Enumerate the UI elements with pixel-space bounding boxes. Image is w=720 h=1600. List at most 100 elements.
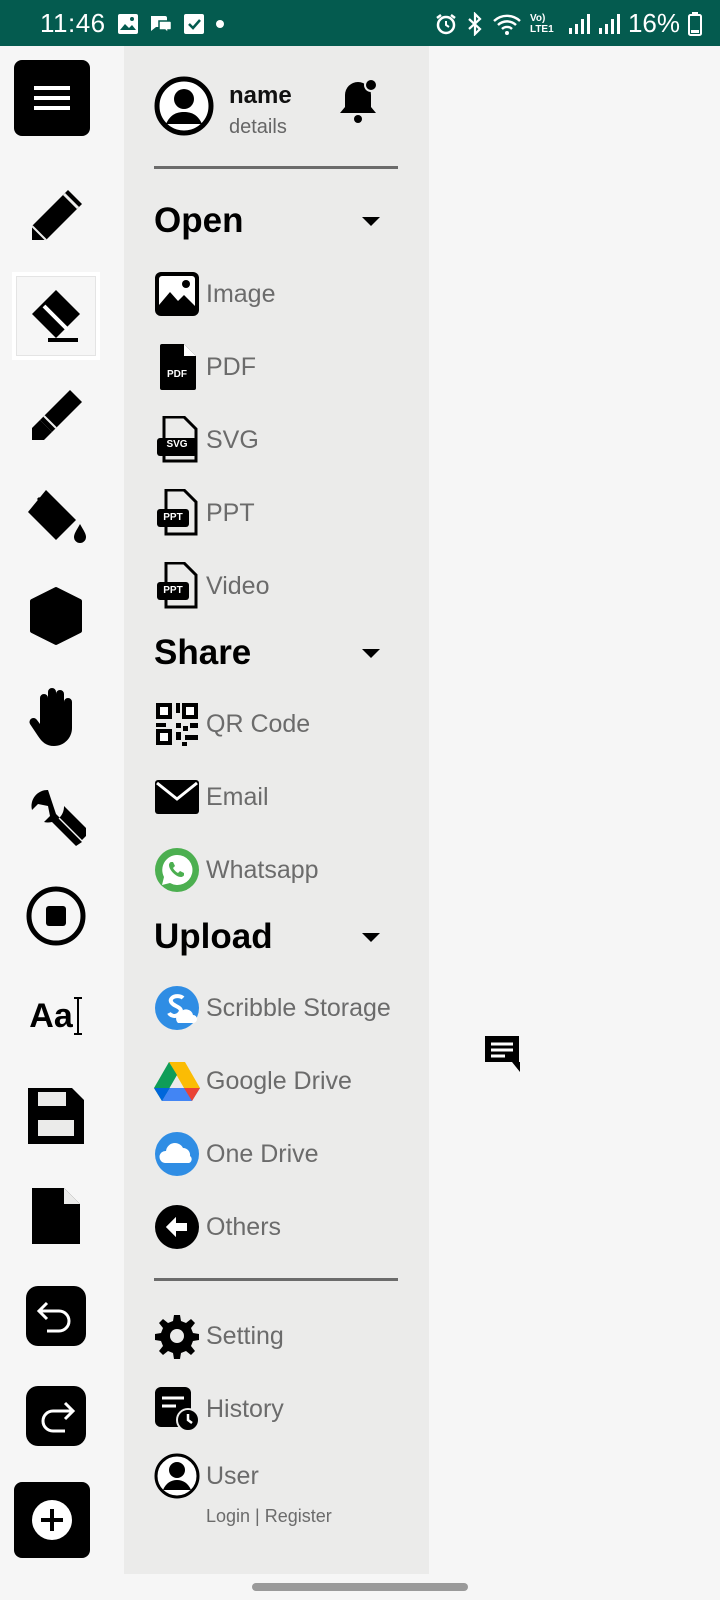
profile-name: name bbox=[229, 82, 292, 109]
google-drive-icon bbox=[154, 1062, 200, 1101]
upload-others-item[interactable]: Others bbox=[154, 1201, 429, 1253]
undo-icon bbox=[26, 1286, 86, 1346]
shape-tool[interactable] bbox=[12, 572, 100, 660]
upload-others-label: Others bbox=[206, 1212, 282, 1241]
network-type: Vo) LTE1 bbox=[529, 12, 554, 35]
hexagon-icon bbox=[30, 587, 82, 645]
upload-scribble-item[interactable]: Scribble Storage bbox=[154, 982, 429, 1034]
svg-badge: SVG bbox=[166, 438, 188, 450]
signal-1-icon bbox=[568, 13, 590, 34]
redo-icon bbox=[26, 1386, 86, 1446]
back-arrow-circle-icon bbox=[155, 1205, 199, 1249]
wrench-tool[interactable] bbox=[12, 772, 100, 860]
history-icon bbox=[155, 1387, 200, 1432]
text-cursor-icon bbox=[73, 997, 82, 1035]
footer-divider bbox=[154, 1278, 398, 1281]
user-item[interactable]: User bbox=[154, 1450, 429, 1502]
whatsapp-icon bbox=[155, 848, 199, 892]
wifi-icon bbox=[493, 14, 521, 35]
section-open-header[interactable]: Open bbox=[154, 196, 384, 246]
notification-bell-icon[interactable] bbox=[338, 76, 382, 124]
user-label: User bbox=[206, 1461, 259, 1490]
ppt-badge: PPT bbox=[163, 511, 183, 523]
redo-tool[interactable] bbox=[12, 1372, 100, 1460]
setting-item[interactable]: Setting bbox=[154, 1310, 429, 1362]
navigation-drawer: name details Open Image PDF PDF SVG SVG … bbox=[124, 46, 429, 1574]
open-ppt-label: PPT bbox=[206, 498, 255, 527]
pdf-badge: PDF bbox=[167, 368, 187, 380]
bluetooth-icon bbox=[468, 11, 482, 36]
marker-icon bbox=[32, 390, 82, 440]
section-upload-header[interactable]: Upload bbox=[154, 912, 384, 962]
open-image-label: Image bbox=[206, 279, 276, 308]
caret-down-icon bbox=[362, 216, 380, 226]
menu-icon bbox=[34, 86, 70, 110]
share-email-label: Email bbox=[206, 782, 269, 811]
pencil-icon bbox=[31, 190, 82, 241]
marker-tool[interactable] bbox=[12, 372, 100, 460]
status-time: 11:46 bbox=[40, 8, 106, 38]
fill-tool[interactable] bbox=[12, 472, 100, 560]
profile-details: details bbox=[229, 116, 287, 138]
upload-gdrive-label: Google Drive bbox=[206, 1066, 352, 1095]
section-upload-title: Upload bbox=[154, 917, 273, 956]
scribble-storage-icon bbox=[155, 986, 199, 1030]
save-tool[interactable] bbox=[12, 1072, 100, 1160]
share-qr-item[interactable]: QR Code bbox=[154, 698, 429, 750]
floppy-icon bbox=[28, 1088, 84, 1144]
open-video-item[interactable]: PPT Video bbox=[154, 560, 429, 612]
gear-icon bbox=[155, 1315, 199, 1359]
status-bar: 11:46 Vo) LTE1 16% bbox=[0, 0, 720, 46]
open-ppt-item[interactable]: PPT PPT bbox=[154, 487, 429, 539]
alarm-icon bbox=[436, 13, 456, 34]
battery-percent: 16% bbox=[627, 8, 680, 38]
history-label: History bbox=[206, 1394, 284, 1423]
section-open-title: Open bbox=[154, 201, 244, 240]
caret-down-icon bbox=[362, 932, 380, 942]
share-qr-label: QR Code bbox=[206, 709, 311, 738]
menu-button[interactable] bbox=[14, 60, 90, 136]
hand-icon bbox=[29, 688, 72, 746]
signal-2-icon bbox=[598, 13, 620, 34]
share-whatsapp-item[interactable]: Whatsapp bbox=[154, 844, 429, 896]
open-image-item[interactable]: Image bbox=[154, 268, 429, 320]
tool-sidebar: Aa bbox=[0, 46, 124, 1574]
section-share-header[interactable]: Share bbox=[154, 628, 384, 678]
stop-record-icon bbox=[26, 886, 86, 946]
upload-gdrive-item[interactable]: Google Drive bbox=[154, 1055, 429, 1107]
eraser-icon bbox=[32, 290, 80, 342]
undo-tool[interactable] bbox=[12, 1272, 100, 1360]
pencil-tool[interactable] bbox=[12, 172, 100, 260]
history-item[interactable]: History bbox=[154, 1383, 429, 1435]
user-avatar-icon bbox=[154, 1453, 200, 1499]
open-svg-item[interactable]: SVG SVG bbox=[154, 414, 429, 466]
record-tool[interactable] bbox=[12, 872, 100, 960]
text-tool[interactable]: Aa bbox=[12, 972, 100, 1060]
add-button[interactable] bbox=[14, 1482, 90, 1558]
open-svg-label: SVG bbox=[206, 425, 259, 454]
comment-icon[interactable] bbox=[482, 1033, 522, 1073]
page-icon bbox=[32, 1188, 80, 1244]
dot-icon bbox=[216, 20, 224, 28]
open-pdf-label: PDF bbox=[206, 352, 256, 381]
share-whatsapp-label: Whatsapp bbox=[206, 855, 319, 884]
text-tool-icon: Aa bbox=[29, 996, 73, 1035]
open-pdf-item[interactable]: PDF PDF bbox=[154, 341, 429, 393]
profile-divider bbox=[154, 166, 398, 169]
email-icon bbox=[155, 780, 199, 814]
chat-notification-icon bbox=[151, 16, 173, 35]
upload-onedrive-label: One Drive bbox=[206, 1139, 319, 1168]
login-register-link[interactable]: Login | Register bbox=[206, 1506, 332, 1527]
upload-onedrive-item[interactable]: One Drive bbox=[154, 1128, 429, 1180]
one-drive-icon bbox=[155, 1132, 199, 1176]
system-icons: Vo) LTE1 16% bbox=[434, 8, 702, 39]
share-email-item[interactable]: Email bbox=[154, 771, 429, 823]
new-page-tool[interactable] bbox=[12, 1172, 100, 1260]
image-icon bbox=[155, 272, 199, 316]
eraser-tool[interactable] bbox=[12, 272, 100, 360]
pan-tool[interactable] bbox=[12, 672, 100, 760]
home-indicator[interactable] bbox=[252, 1583, 468, 1591]
caret-down-icon bbox=[362, 648, 380, 658]
profile-avatar-icon[interactable] bbox=[154, 76, 214, 136]
qr-code-icon bbox=[156, 703, 198, 746]
